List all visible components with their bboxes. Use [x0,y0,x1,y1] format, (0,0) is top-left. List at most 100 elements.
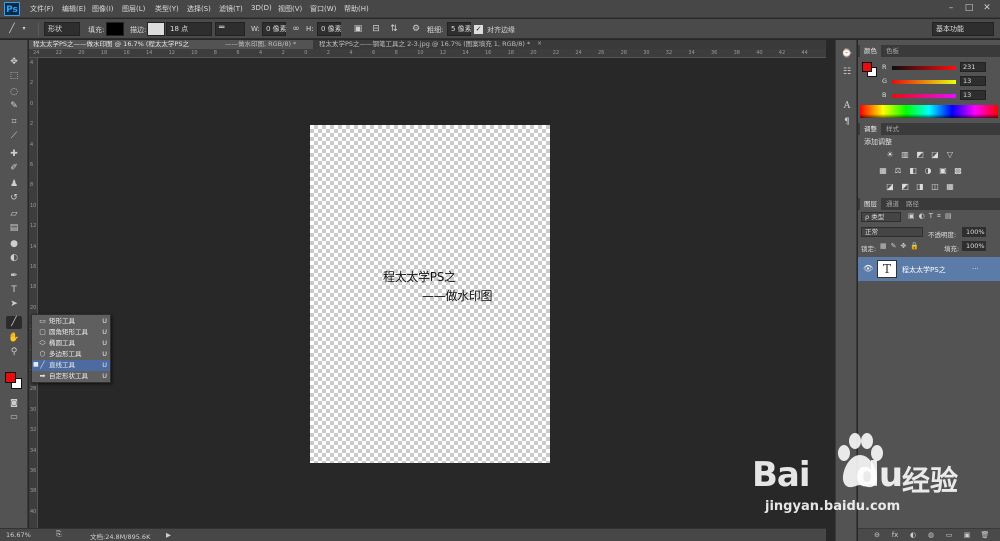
path-alignment-icon[interactable]: ⊟ [370,23,382,35]
menu-help[interactable]: 帮助(H) [344,4,369,14]
menu-image[interactable]: 图像(I) [92,4,114,14]
width-field[interactable]: 0 像素 [262,22,287,36]
stroke-size-field[interactable]: 18 点 [166,22,212,36]
lasso-tool[interactable]: ◌ [6,86,22,99]
adjustment-icon[interactable]: ◩ [900,182,910,191]
blue-value[interactable]: 13 [960,90,986,100]
dodge-tool[interactable]: ◐ [6,252,22,265]
link-icon[interactable]: ∞ [290,23,302,35]
tab-close-icon[interactable]: × [537,40,542,47]
flyout-item[interactable]: ⬭ 椭圆工具 U [32,338,110,349]
adjustment-icon[interactable]: ◑ [923,166,933,175]
menu-edit[interactable]: 编辑(E) [62,4,86,14]
status-menu-arrow[interactable]: ▶ [166,531,171,539]
marquee-tool[interactable]: ⬚ [6,70,22,83]
canvas-text-line2[interactable]: ——做水印图 [422,287,493,304]
history-brush-tool[interactable]: ↺ [6,192,22,205]
lock-icons[interactable]: ▦✎✥🔒 [880,242,923,250]
path-select-tool[interactable]: ➤ [6,298,22,311]
flyout-item[interactable]: ⬡ 多边形工具 U [32,349,110,360]
export-icon[interactable]: ⎘ [56,530,62,539]
menu-3d[interactable]: 3D(D) [251,4,272,12]
adjustment-icon[interactable]: ▥ [900,150,910,159]
layer-row[interactable]: 👁 T 程太太学PS之 ... [858,257,1000,281]
layers-footer-icon[interactable]: ▣ [962,531,972,540]
paragraph-icon[interactable]: ¶ [841,116,853,128]
adjustment-icon[interactable]: ▩ [953,166,963,175]
foreground-color-swatch[interactable] [862,62,872,72]
zoom-level[interactable]: 16.67% [6,531,31,539]
layer-filter-icons[interactable]: ▣◐T⌗▤ [908,212,956,221]
quick-mask-icon[interactable]: ◙ [6,396,22,409]
flyout-item[interactable]: ➡ 自定形状工具 U [32,371,110,382]
fill-field[interactable]: 100% [962,241,986,251]
workspace-select[interactable]: 基本功能 [932,22,994,36]
tab-paths[interactable]: 路径 [902,198,923,210]
blend-mode-select[interactable]: 正常 [861,227,923,237]
adjustment-icon[interactable]: ◩ [915,150,925,159]
chevron-down-icon[interactable]: ▾ [18,23,30,35]
menu-filter[interactable]: 滤镜(T) [219,4,243,14]
flyout-item[interactable]: ▢ 圆角矩形工具 U [32,327,110,338]
tab-watermark-doc-cont[interactable]: ——做水印图, RGB/8) * [221,40,313,49]
stamp-tool[interactable]: ♟ [6,178,22,191]
path-arrange-icon[interactable]: ⇅ [388,23,400,35]
layers-footer-icon[interactable]: 🗑 [980,531,990,540]
adjustment-icon[interactable]: ▣ [938,166,948,175]
adjustment-icon[interactable]: ☀ [885,150,895,159]
line-tool[interactable]: ╱ [6,316,22,329]
green-slider[interactable]: G 13 [878,76,998,87]
eraser-tool[interactable]: ▱ [6,208,22,221]
type-tool[interactable]: T [6,284,22,297]
stroke-type-select[interactable]: ═ [215,22,245,36]
flyout-item[interactable]: ▭ 矩形工具 U [32,316,110,327]
gear-icon[interactable]: ⚙ [410,23,422,35]
blue-track[interactable] [892,94,956,98]
brush-tool[interactable]: ✐ [6,162,22,175]
healing-tool[interactable]: ✚ [6,148,22,161]
blue-slider[interactable]: B 13 [878,90,998,101]
green-value[interactable]: 13 [960,76,986,86]
fill-swatch[interactable] [106,22,124,36]
menu-layer[interactable]: 图层(L) [122,4,145,14]
layers-footer-icon[interactable]: ▭ [944,531,954,540]
minimize-button[interactable]: – [944,2,958,14]
canvas-text-line1[interactable]: 程太太学PS之 [383,268,456,285]
green-track[interactable] [892,80,956,84]
adjustment-icon[interactable]: ◨ [915,182,925,191]
adjustment-icon[interactable]: ◪ [930,150,940,159]
red-track[interactable] [892,66,956,70]
layers-footer-icon[interactable]: fx [890,531,900,540]
crop-tool[interactable]: ⌗ [6,116,22,129]
menu-view[interactable]: 视图(V) [278,4,302,14]
gradient-tool[interactable]: ▤ [6,222,22,235]
menu-type[interactable]: 类型(Y) [155,4,179,14]
move-tool[interactable]: ✥ [6,56,22,69]
tab-pen-tool-doc[interactable]: 程太太学PS之——钢笔工具之 2-3.jpg @ 16.7% (图案填充 1, … [315,40,555,49]
line-tool-preset-icon[interactable]: ╱ [6,23,18,35]
adjustment-icon[interactable]: ▦ [945,182,955,191]
adjustment-icon[interactable]: ▽ [945,150,955,159]
zoom-tool[interactable]: ⚲ [6,346,22,359]
opacity-field[interactable]: 100% [962,227,986,237]
close-window-button[interactable]: ✕ [980,2,994,14]
screen-mode-icon[interactable]: ▭ [6,410,22,423]
red-slider[interactable]: R 231 [878,62,998,73]
stroke-swatch[interactable] [147,22,165,36]
layer-options-dots[interactable]: ... [972,263,979,271]
tool-mode-select[interactable]: 形状 [44,22,80,36]
pen-tool[interactable]: ✒ [6,270,22,283]
layers-footer-icon[interactable]: ◍ [926,531,936,540]
menu-window[interactable]: 窗口(W) [310,4,336,14]
adjustment-icon[interactable]: ◫ [930,182,940,191]
tab-adjustments[interactable]: 调整 [860,123,881,135]
tab-channels[interactable]: 通道 [882,198,903,210]
red-value[interactable]: 231 [960,62,986,72]
eyedropper-tool[interactable]: ⟋ [6,130,22,143]
layer-name[interactable]: 程太太学PS之 [902,265,946,275]
tab-swatches[interactable]: 色板 [882,45,903,57]
toolbar-foreground-color[interactable] [5,372,16,383]
adjustment-icon[interactable]: ▦ [878,166,888,175]
align-edges-checkbox[interactable]: ✓ [474,25,483,34]
maximize-button[interactable]: □ [962,2,976,14]
